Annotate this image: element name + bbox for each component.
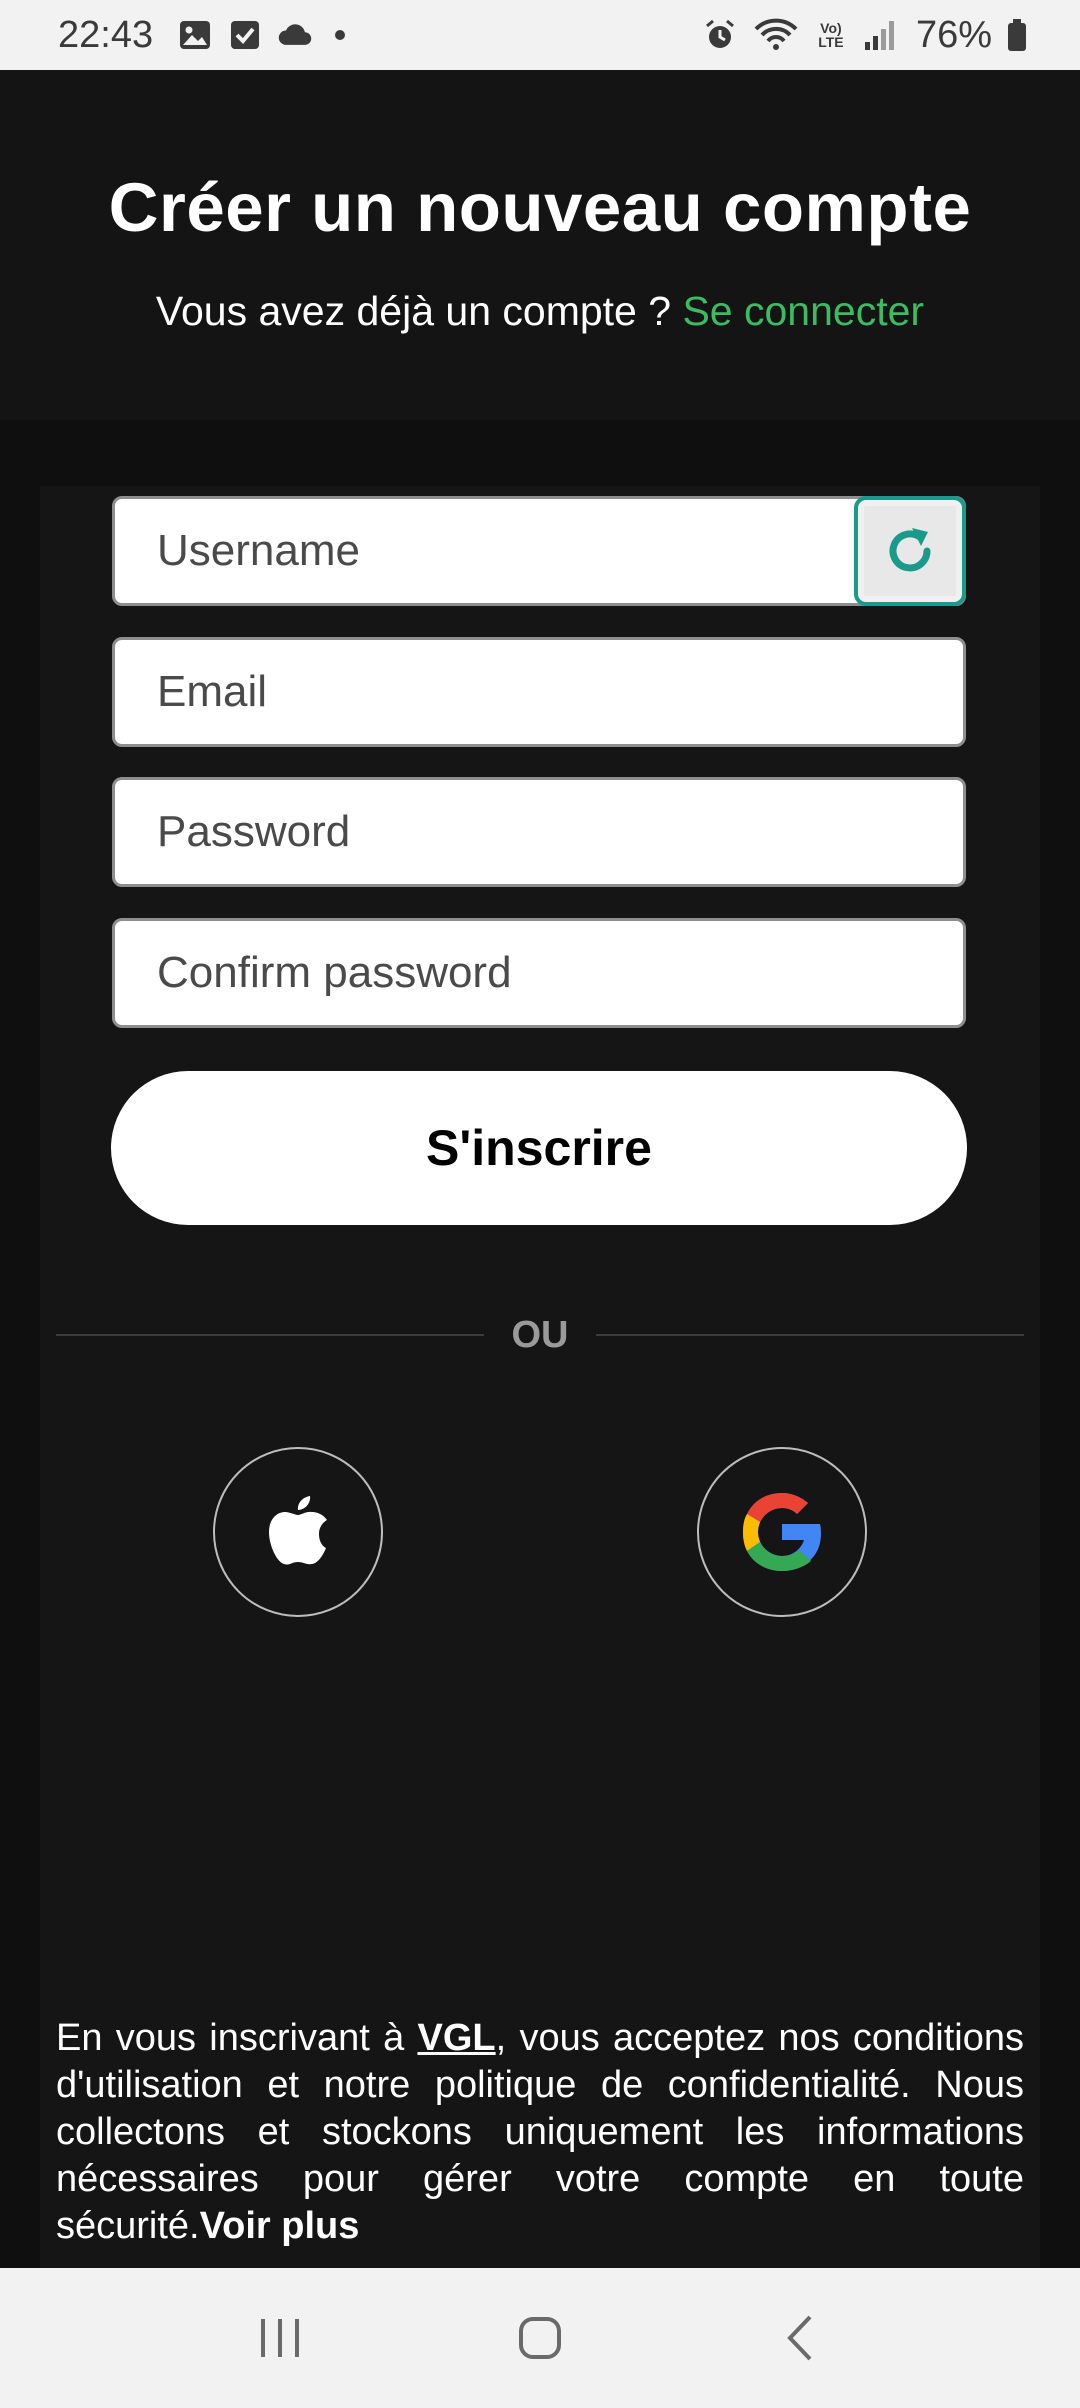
see-more-link[interactable]: Voir plus (200, 2205, 360, 2247)
password-input[interactable] (115, 780, 963, 884)
google-signin-button[interactable] (697, 1447, 867, 1617)
signup-screen: 22:43 Vo) LTE 76% Créer un nouveau compt… (0, 0, 1080, 2408)
google-icon (743, 1493, 821, 1571)
status-bar-left: 22:43 (58, 13, 346, 57)
confirm-password-input[interactable] (115, 921, 963, 1025)
generate-username-button[interactable] (854, 496, 966, 606)
battery-icon (1006, 17, 1028, 53)
dot-icon (335, 30, 346, 40)
home-icon (519, 2317, 561, 2359)
username-input[interactable] (115, 499, 963, 603)
apple-signin-button[interactable] (213, 1447, 383, 1617)
home-button[interactable] (495, 2293, 585, 2383)
status-time: 22:43 (58, 13, 154, 56)
divider-line-right (596, 1334, 1024, 1336)
apple-icon (269, 1496, 327, 1565)
status-bar: 22:43 Vo) LTE 76% (0, 0, 1080, 70)
signup-button[interactable]: S'inscrire (111, 1071, 967, 1225)
recents-icon (261, 2319, 299, 2357)
status-bar-right: Vo) LTE 76% (702, 14, 1028, 57)
login-link[interactable]: Se connecter (682, 288, 924, 334)
wifi-icon (752, 17, 800, 53)
back-icon (787, 2315, 812, 2361)
signup-panel-inner (40, 486, 1040, 2268)
login-prompt: Vous avez déjà un compte ? Se connecter (0, 288, 1080, 335)
recents-button[interactable] (235, 2293, 325, 2383)
login-prompt-text: Vous avez déjà un compte ? (155, 288, 672, 334)
password-field[interactable] (112, 777, 966, 887)
battery-percent: 76% (915, 13, 992, 56)
checkbox-icon (227, 17, 263, 53)
back-button[interactable] (755, 2293, 845, 2383)
legal-prefix: En vous inscrivant à (56, 2017, 418, 2059)
page-title: Créer un nouveau compte (108, 169, 972, 246)
cloud-icon (277, 17, 313, 53)
refresh-icon (889, 528, 931, 572)
confirm-password-field[interactable] (112, 918, 966, 1028)
legal-notice: En vous inscrivant à VGL, vous acceptez … (56, 2015, 1024, 2250)
system-nav-bar (0, 2268, 1080, 2408)
alarm-icon (702, 17, 738, 53)
email-input[interactable] (115, 640, 963, 744)
volte-icon: Vo) LTE (818, 20, 844, 50)
divider-line-left (56, 1334, 484, 1336)
signal-icon (862, 17, 898, 53)
gallery-icon (177, 17, 213, 53)
email-field[interactable] (112, 637, 966, 747)
header: Créer un nouveau compte Vous avez déjà u… (0, 70, 1080, 400)
brand-link[interactable]: VGL (417, 2017, 495, 2059)
username-field[interactable] (112, 496, 966, 606)
divider-label: OU (511, 1314, 569, 1356)
